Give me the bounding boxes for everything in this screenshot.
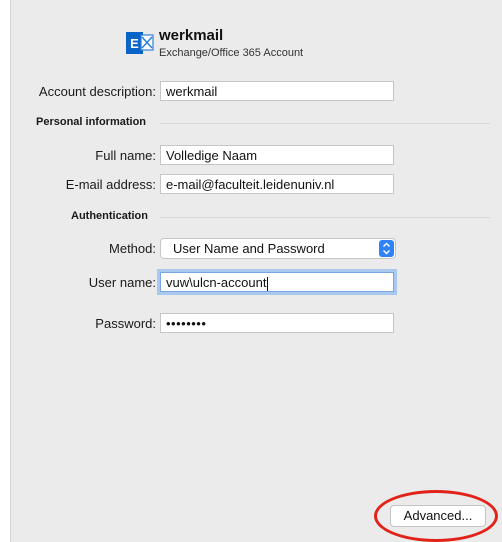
user-name-label: User name: xyxy=(88,275,156,290)
account-description-label: Account description: xyxy=(38,84,156,99)
user-name-value: vuw\ulcn-account xyxy=(166,275,267,290)
method-select[interactable]: User Name and Password xyxy=(160,238,396,259)
personal-information-heading: Personal information xyxy=(36,116,147,128)
text-caret xyxy=(267,276,269,291)
updown-chevron-icon xyxy=(383,242,390,255)
section-divider xyxy=(160,217,490,218)
full-name-label: Full name: xyxy=(95,148,156,163)
method-selected-value: User Name and Password xyxy=(173,241,325,256)
select-arrows-icon xyxy=(379,240,394,257)
section-divider xyxy=(160,123,490,124)
exchange-icon: E xyxy=(126,32,154,54)
svg-text:E: E xyxy=(130,36,139,51)
account-type: Exchange/Office 365 Account xyxy=(159,47,304,59)
account-description-field[interactable]: werkmail xyxy=(160,81,394,101)
advanced-button[interactable]: Advanced... xyxy=(390,505,486,527)
full-name-field[interactable]: Volledige Naam xyxy=(160,145,394,165)
user-name-field[interactable]: vuw\ulcn-account xyxy=(160,272,394,292)
email-address-label: E-mail address: xyxy=(65,177,156,192)
account-name: werkmail xyxy=(159,27,224,44)
password-label: Password: xyxy=(95,316,156,331)
authentication-heading: Authentication xyxy=(71,210,148,222)
password-field[interactable]: •••••••• xyxy=(160,313,394,333)
method-label: Method: xyxy=(109,241,156,256)
email-address-field[interactable]: e-mail@faculteit.leidenuniv.nl xyxy=(160,174,394,194)
